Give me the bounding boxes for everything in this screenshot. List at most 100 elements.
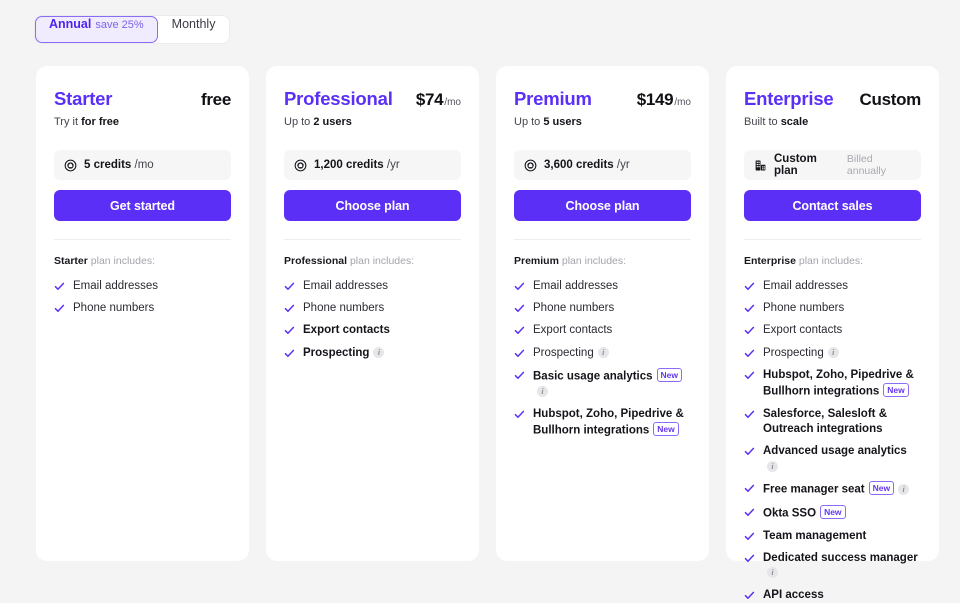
cta-button-premium[interactable]: Choose plan	[514, 190, 691, 221]
check-icon	[744, 304, 755, 313]
info-icon[interactable]: i	[767, 567, 778, 579]
plan-tagline-emphasis: 2 users	[313, 116, 352, 128]
plan-credits-amount: 5 credits	[84, 159, 132, 171]
plan-credits-text: 1,200 credits /yr	[314, 159, 400, 171]
billing-toggle-monthly[interactable]: Monthly	[158, 16, 230, 43]
feature-item: Dedicated success manager i	[744, 551, 921, 581]
card-header: Premium $149/mo	[514, 88, 691, 110]
cta-button-starter[interactable]: Get started	[54, 190, 231, 221]
feature-label: Email addresses	[763, 280, 849, 292]
feature-label: Prospecting	[303, 346, 370, 359]
feature-text: Export contacts	[303, 323, 390, 338]
plan-tagline-emphasis: for free	[81, 116, 119, 128]
plan-name-professional: Professional	[284, 88, 393, 109]
plan-includes-name: Enterprise	[744, 255, 796, 267]
info-icon[interactable]: i	[827, 347, 839, 359]
check-icon	[744, 508, 755, 516]
check-icon	[284, 282, 295, 290]
feature-label: Prospecting	[533, 346, 594, 359]
feature-item: Email addresses	[744, 279, 921, 294]
check-icon	[744, 591, 755, 600]
feature-text: Prospecting i	[763, 346, 839, 361]
pricing-card-premium: Premium $149/mo Up to 5 users 3,600 credits…	[496, 66, 709, 561]
info-icon[interactable]: i	[767, 460, 778, 472]
feature-label: Export contacts	[763, 324, 843, 337]
feature-text: Advanced usage analytics i	[763, 444, 921, 474]
feature-text: Okta SSO New	[763, 504, 846, 522]
check-icon	[54, 282, 65, 290]
new-badge: New	[656, 367, 683, 382]
feature-text: Email addresses	[763, 279, 848, 294]
plan-tagline-emphasis: scale	[780, 116, 809, 128]
billing-toggle-label: Annual	[49, 17, 92, 31]
plan-price-block: Custom	[860, 90, 922, 110]
feature-item: Email addresses	[514, 279, 691, 294]
plan-credits-unit: /yr	[386, 159, 400, 171]
check-icon	[514, 349, 525, 357]
info-icon[interactable]: i	[537, 385, 548, 397]
plan-name-starter: Starter	[54, 88, 113, 109]
feature-item: Prospecting i	[514, 346, 691, 361]
feature-text: Prospecting i	[533, 346, 609, 361]
feature-item: Phone numbers	[54, 301, 231, 316]
plan-credits-text: 5 credits /mo	[84, 159, 154, 171]
plan-includes-label: Professional plan includes:	[284, 255, 461, 267]
feature-item: Prospecting i	[284, 346, 461, 361]
feature-item: Phone numbers	[284, 301, 461, 316]
new-badge: New	[868, 481, 895, 496]
check-icon	[284, 349, 295, 357]
feature-text: Hubspot, Zoho, Pipedrive & Bullhorn inte…	[763, 368, 921, 400]
plan-price: $149	[636, 90, 674, 109]
cta-button-professional[interactable]: Choose plan	[284, 190, 461, 221]
check-icon	[514, 282, 525, 290]
plan-feature-list: Email addresses Phone numbers	[54, 279, 231, 316]
feature-text: Team management	[763, 529, 866, 544]
plan-includes-name: Starter	[54, 255, 88, 267]
plan-includes-label: Starter plan includes:	[54, 255, 231, 267]
feature-item: Salesforce, Salesloft & Outreach integra…	[744, 407, 921, 437]
credit-coin-icon	[64, 159, 77, 171]
check-icon	[284, 326, 295, 335]
feature-label: Phone numbers	[73, 302, 155, 315]
feature-label: Team management	[763, 529, 867, 542]
plan-includes-suffix: plan includes:	[87, 255, 155, 267]
plan-tagline: Up to 5 users	[514, 116, 691, 128]
feature-text: Export contacts	[533, 323, 612, 338]
plan-tagline: Built to scale	[744, 116, 921, 128]
check-icon	[744, 447, 755, 455]
info-icon[interactable]: i	[373, 347, 385, 359]
billing-toggle-annual[interactable]: Annual save 25%	[35, 16, 158, 43]
check-icon	[744, 532, 755, 540]
credit-coin-icon	[294, 159, 307, 171]
feature-item: Hubspot, Zoho, Pipedrive & Bullhorn inte…	[744, 368, 921, 400]
feature-label: API access	[763, 589, 824, 602]
feature-item: Team management	[744, 529, 921, 544]
info-icon[interactable]: i	[898, 484, 910, 496]
billing-period-toggle[interactable]: Annual save 25% Monthly	[35, 16, 230, 43]
feature-item: Export contacts	[284, 323, 461, 338]
feature-item: Hubspot, Zoho, Pipedrive & Bullhorn inte…	[514, 407, 691, 439]
feature-text: Phone numbers	[533, 301, 614, 316]
pricing-card-professional: Professional $74/mo Up to 2 users 1,200 cre…	[266, 66, 479, 561]
info-icon[interactable]: i	[597, 347, 609, 359]
plan-credits-amount: 3,600 credits	[544, 159, 614, 171]
feature-item: Free manager seat New i	[744, 481, 921, 498]
check-icon	[744, 371, 755, 379]
feature-text: Phone numbers	[303, 301, 384, 316]
plan-price: free	[201, 90, 231, 109]
cta-button-enterprise[interactable]: Contact sales	[744, 190, 921, 221]
feature-label: Email addresses	[73, 280, 159, 292]
plan-tagline: Up to 2 users	[284, 116, 461, 128]
plan-tagline-prefix: Try it	[54, 116, 82, 128]
plan-feature-list: Email addresses Phone numbers Export conta…	[744, 279, 921, 603]
feature-label: Basic usage analytics	[533, 370, 653, 383]
check-icon	[744, 554, 755, 562]
feature-label: Phone numbers	[763, 302, 845, 315]
feature-item: Email addresses	[54, 279, 231, 294]
plan-credits-row: 5 credits /mo	[54, 150, 231, 180]
feature-item: Phone numbers	[744, 301, 921, 316]
feature-label: Prospecting	[763, 346, 824, 359]
feature-label: Phone numbers	[303, 302, 385, 315]
feature-text: Free manager seat New i	[763, 481, 910, 498]
check-icon	[514, 304, 525, 313]
